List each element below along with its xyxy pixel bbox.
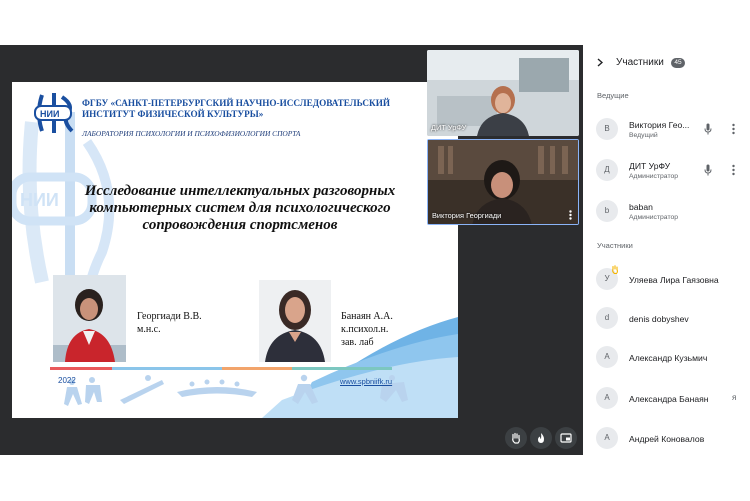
speaker-1-title: м.н.с. [137, 324, 161, 335]
participant-name: denis dobyshev [629, 314, 689, 324]
participants-panel: Участники 45 Ведущие В Виктория Гео... В… [583, 45, 750, 455]
microphone-icon[interactable] [704, 123, 712, 135]
speaker-2-name: Банаян А.А. [341, 311, 393, 322]
participant-count-badge: 45 [671, 58, 685, 68]
picture-in-picture-button[interactable] [555, 427, 577, 449]
participant-role: Администратор [629, 173, 679, 180]
participant-name: baban [629, 202, 653, 212]
more-options-icon[interactable] [732, 164, 735, 176]
participant-row[interactable]: d denis dobyshev [583, 301, 750, 337]
speaker-photo-1 [53, 275, 126, 362]
meeting-window: НИИ НИИ ФГБУ «САНКТ-ПЕТЕРБУРГСКИЙ НАУЧНО… [0, 0, 750, 501]
participant-name: Виктория Гео... [629, 120, 690, 130]
participant-role: Администратор [629, 214, 679, 221]
flame-icon [538, 433, 544, 443]
participant-row[interactable]: А Андрей Коновалов [583, 421, 750, 455]
avatar: А [596, 427, 618, 449]
avatar: Д [596, 159, 618, 181]
video-tile[interactable]: Виктория Георгиади [427, 139, 579, 225]
hand-icon [512, 432, 520, 444]
slide-title: Исследование интеллектуальных разговорны… [84, 183, 396, 233]
panel-title: Участники [616, 57, 664, 68]
avatar: В [596, 118, 618, 140]
laboratory-name: ЛАБОРАТОРИЯ ПСИХОЛОГИИ И ПСИХОФИЗИОЛОГИИ… [82, 129, 301, 138]
microphone-icon[interactable] [704, 164, 712, 176]
participant-row[interactable]: В Виктория Гео... Ведущий [583, 112, 750, 148]
institute-logo: НИИ [34, 93, 74, 133]
participant-name: Андрей Коновалов [629, 434, 705, 444]
video-tile[interactable]: ДИТ УрФУ [427, 50, 579, 136]
participant-row[interactable]: Д ДИТ УрФУ Администратор [583, 153, 750, 189]
svg-text:НИИ: НИИ [40, 109, 59, 119]
shared-slide: НИИ НИИ ФГБУ «САНКТ-ПЕТЕРБУРГСКИЙ НАУЧНО… [12, 82, 458, 418]
svg-text:НИИ: НИИ [20, 190, 59, 210]
pip-icon [560, 433, 572, 443]
raised-hand-icon [612, 265, 618, 274]
effects-button[interactable] [530, 427, 552, 449]
slide-year: 2022 [58, 376, 76, 385]
avatar: А [596, 387, 618, 409]
participants-section-label: Участники [597, 241, 633, 250]
more-options-icon[interactable] [732, 123, 735, 135]
avatar: d [596, 307, 618, 329]
chevron-right-icon[interactable] [597, 58, 603, 67]
participant-name: Александр Кузьмич [629, 353, 708, 363]
institute-url: www.spbniifk.ru [340, 377, 393, 386]
raise-hand-button[interactable] [505, 427, 527, 449]
participant-row[interactable]: А Александр Кузьмич [583, 340, 750, 376]
participant-name: ДИТ УрФУ [629, 161, 671, 171]
organization-name: ФГБУ «САНКТ-ПЕТЕРБУРГСКИЙ НАУЧНО-ИССЛЕДО… [82, 98, 391, 119]
speaker-photo-2 [259, 280, 331, 362]
participant-row[interactable]: У Уляева Лира Гаязовна [583, 262, 750, 298]
avatar: b [596, 200, 618, 222]
speaker-2-degree: к.психол.н. [341, 324, 389, 335]
hosts-section-label: Ведущие [597, 91, 629, 100]
participant-role: Ведущий [629, 132, 658, 139]
tile-name: Виктория Георгиади [432, 211, 502, 220]
speaker-2-position: зав. лаб [341, 337, 374, 348]
participant-row[interactable]: А Александра Банаян я [583, 381, 750, 417]
participant-name: Уляева Лира Гаязовна [629, 275, 719, 285]
speaker-1-name: Георгиади В.В. [137, 311, 202, 322]
panel-header: Участники 45 [583, 45, 750, 81]
tile-name: ДИТ УрФУ [431, 123, 467, 132]
more-options-icon[interactable] [569, 210, 572, 220]
avatar: А [596, 346, 618, 368]
participant-row[interactable]: b baban Администратор [583, 194, 750, 230]
participant-name: Александра Банаян [629, 394, 709, 404]
participant-mark: я [732, 393, 737, 402]
